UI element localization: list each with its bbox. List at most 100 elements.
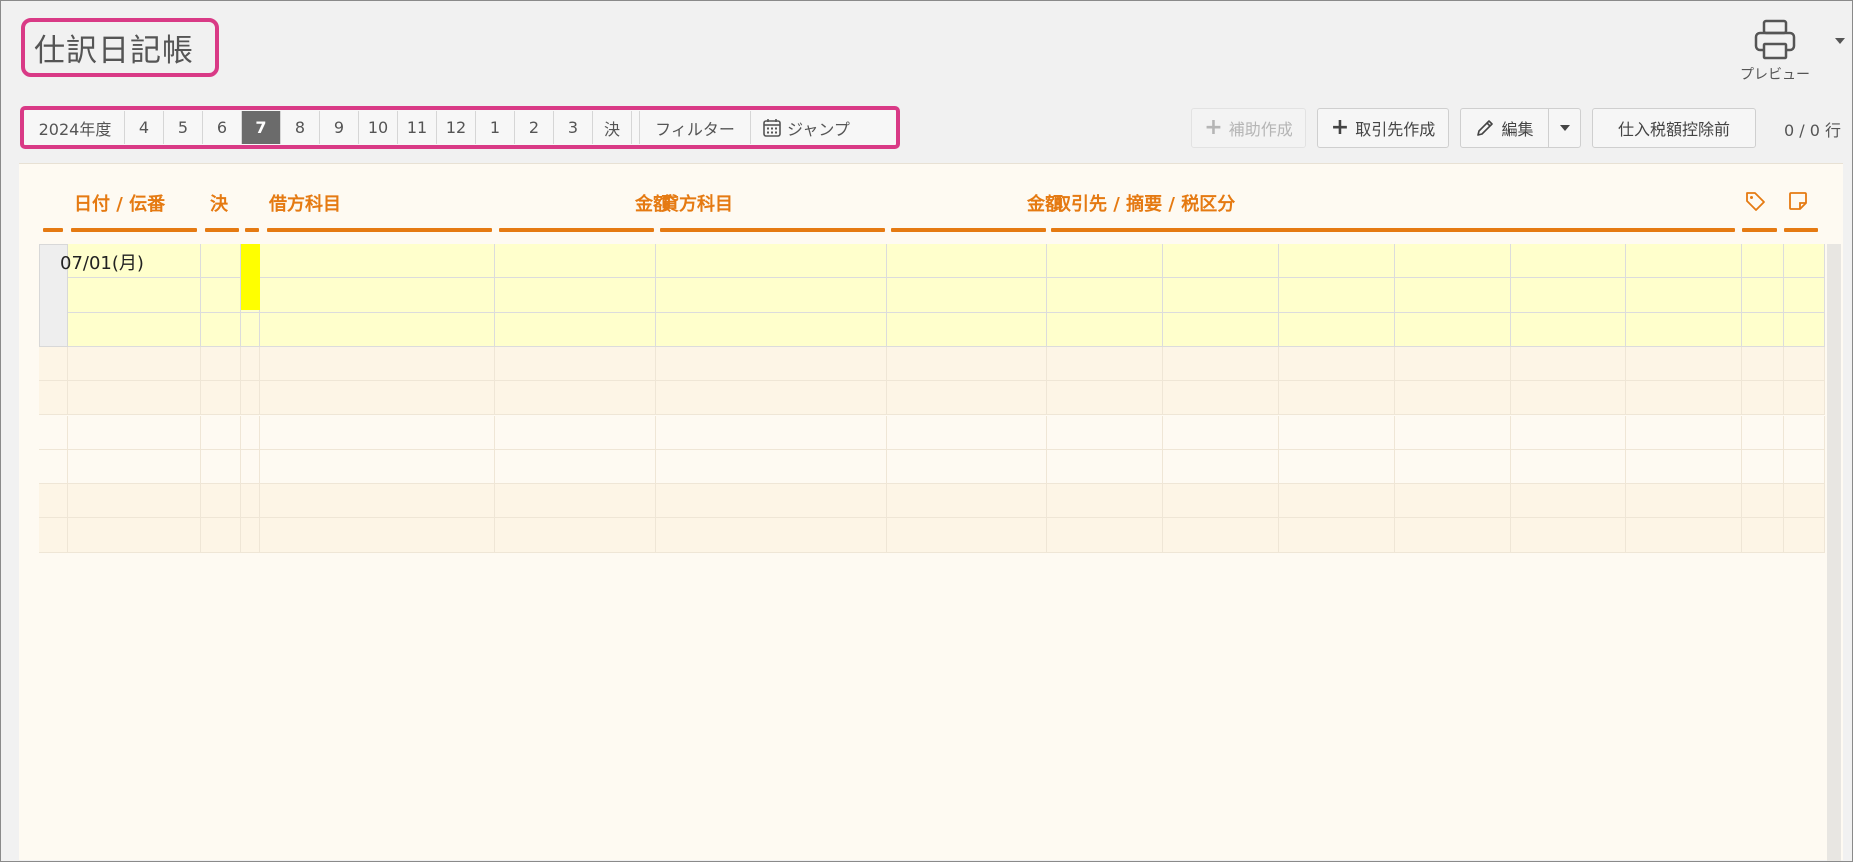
grid-cell[interactable] bbox=[1279, 381, 1395, 416]
grid-cell[interactable] bbox=[260, 244, 495, 279]
grid-cell[interactable] bbox=[1742, 278, 1784, 313]
grid-cell[interactable] bbox=[1784, 518, 1825, 553]
empty-row[interactable] bbox=[39, 484, 1825, 519]
grid-cell[interactable] bbox=[495, 484, 656, 519]
grid-cell[interactable] bbox=[1784, 449, 1825, 485]
grid-cell[interactable] bbox=[260, 278, 495, 313]
grid-cell[interactable] bbox=[39, 484, 68, 519]
grid-cell[interactable] bbox=[495, 449, 656, 485]
grid-cell[interactable] bbox=[1742, 381, 1784, 416]
grid-cell[interactable] bbox=[656, 346, 887, 382]
grid-cell[interactable] bbox=[1742, 415, 1784, 450]
col-header-debit-amount[interactable]: 金額 bbox=[591, 190, 671, 216]
grid-cell[interactable] bbox=[260, 518, 495, 553]
grid-cell[interactable] bbox=[1395, 278, 1511, 313]
grid-cell[interactable] bbox=[241, 312, 260, 347]
grid-cell[interactable] bbox=[1742, 312, 1784, 347]
journal-entry-row[interactable] bbox=[39, 244, 1825, 279]
grid-cell[interactable] bbox=[241, 518, 260, 553]
grid-cell[interactable] bbox=[201, 518, 241, 553]
empty-row[interactable] bbox=[39, 415, 1825, 450]
grid-cell[interactable] bbox=[887, 415, 1047, 450]
grid-cell[interactable] bbox=[1784, 415, 1825, 450]
month-button-7[interactable]: 7 bbox=[242, 111, 281, 144]
month-button-9[interactable]: 9 bbox=[320, 111, 359, 144]
grid-cell[interactable] bbox=[1626, 484, 1742, 519]
grid-cell[interactable] bbox=[1511, 449, 1626, 485]
grid-cell[interactable] bbox=[1626, 244, 1742, 279]
grid-cell[interactable] bbox=[241, 484, 260, 519]
grid-cell[interactable] bbox=[887, 346, 1047, 382]
grid-cell[interactable] bbox=[656, 244, 887, 279]
grid-cell[interactable] bbox=[1511, 346, 1626, 382]
grid-cell[interactable] bbox=[260, 312, 495, 347]
grid-cell[interactable] bbox=[1511, 244, 1626, 279]
grid-cell[interactable] bbox=[1047, 484, 1163, 519]
note-icon[interactable] bbox=[1787, 190, 1809, 212]
grid-cell[interactable] bbox=[1395, 381, 1511, 416]
month-button-11[interactable]: 11 bbox=[398, 111, 437, 144]
grid-cell[interactable] bbox=[656, 381, 887, 416]
grid-cell[interactable] bbox=[1626, 381, 1742, 416]
grid-cell[interactable] bbox=[656, 518, 887, 553]
month-button-10[interactable]: 10 bbox=[359, 111, 398, 144]
aux-create-button[interactable]: + 補助作成 bbox=[1191, 108, 1306, 148]
grid-cell[interactable] bbox=[260, 484, 495, 519]
grid-cell[interactable] bbox=[1784, 244, 1825, 279]
grid-cell[interactable] bbox=[68, 518, 201, 553]
grid-cell[interactable] bbox=[495, 381, 656, 416]
tag-icon[interactable] bbox=[1744, 190, 1766, 212]
grid-cell[interactable] bbox=[887, 244, 1047, 279]
grid-cell[interactable] bbox=[39, 449, 68, 485]
grid-cell[interactable] bbox=[1784, 312, 1825, 347]
grid-cell[interactable] bbox=[887, 484, 1047, 519]
month-button-settlement[interactable]: 決 bbox=[593, 111, 632, 144]
edit-dropdown-button[interactable] bbox=[1548, 108, 1581, 148]
entry-date[interactable]: 07/01(月) bbox=[60, 249, 144, 275]
grid-cell[interactable] bbox=[495, 312, 656, 347]
grid-cell[interactable] bbox=[656, 449, 887, 485]
grid-cell[interactable] bbox=[1047, 449, 1163, 485]
month-button-1[interactable]: 1 bbox=[476, 111, 515, 144]
grid-cell[interactable] bbox=[1784, 278, 1825, 313]
journal-entry-row[interactable] bbox=[39, 278, 1825, 313]
col-header-settle[interactable]: 決 bbox=[210, 190, 228, 216]
grid-cell[interactable] bbox=[68, 415, 201, 450]
grid-cell[interactable] bbox=[201, 346, 241, 382]
grid-cell[interactable] bbox=[1047, 346, 1163, 382]
grid-cell[interactable] bbox=[1742, 449, 1784, 485]
grid-cell[interactable] bbox=[887, 312, 1047, 347]
grid-cell[interactable] bbox=[1395, 312, 1511, 347]
grid-cell[interactable] bbox=[1279, 346, 1395, 382]
grid-cell[interactable] bbox=[1163, 484, 1279, 519]
grid-cell[interactable] bbox=[68, 381, 201, 416]
grid-cell[interactable] bbox=[1395, 518, 1511, 553]
grid-cell[interactable] bbox=[495, 244, 656, 279]
grid-cell[interactable] bbox=[1626, 346, 1742, 382]
grid-cell[interactable] bbox=[201, 312, 241, 347]
grid-cell[interactable] bbox=[1511, 312, 1626, 347]
month-button-2[interactable]: 2 bbox=[515, 111, 554, 144]
grid-cell[interactable] bbox=[495, 278, 656, 313]
grid-cell[interactable] bbox=[1784, 381, 1825, 416]
preview-button[interactable]: プレビュー bbox=[1735, 18, 1815, 88]
grid-cell[interactable] bbox=[1742, 518, 1784, 553]
col-header-credit-account[interactable]: 貸方科目 bbox=[661, 190, 733, 216]
grid-cell[interactable] bbox=[201, 381, 241, 416]
preview-dropdown-caret[interactable] bbox=[1835, 38, 1845, 44]
vertical-scrollbar[interactable] bbox=[1827, 244, 1841, 861]
grid-cell[interactable] bbox=[260, 381, 495, 416]
jump-button[interactable]: ジャンプ bbox=[751, 111, 861, 144]
grid-cell[interactable] bbox=[656, 278, 887, 313]
grid-cell[interactable] bbox=[1626, 518, 1742, 553]
col-header-debit-account[interactable]: 借方科目 bbox=[269, 190, 341, 216]
grid-cell[interactable] bbox=[260, 449, 495, 485]
grid-cell[interactable] bbox=[1395, 449, 1511, 485]
grid-cell[interactable] bbox=[241, 449, 260, 485]
grid-cell[interactable] bbox=[1279, 415, 1395, 450]
grid-cell[interactable] bbox=[1163, 346, 1279, 382]
grid-cell[interactable] bbox=[1279, 518, 1395, 553]
grid-cell[interactable] bbox=[241, 415, 260, 450]
grid-cell[interactable] bbox=[495, 518, 656, 553]
grid-cell[interactable] bbox=[1047, 415, 1163, 450]
